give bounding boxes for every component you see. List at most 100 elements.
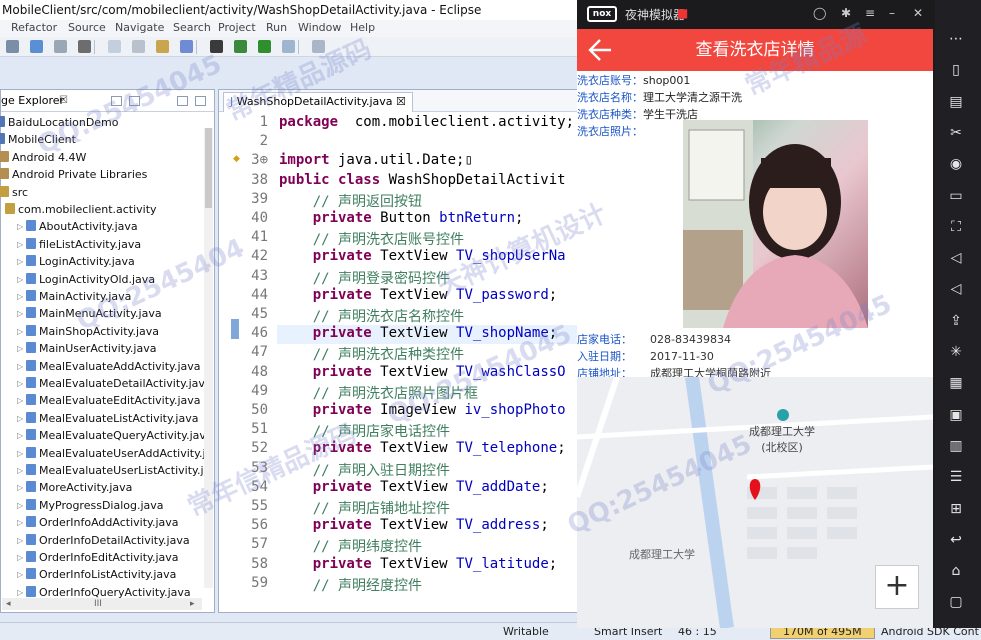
- code-line[interactable]: // 声明洗衣店种类控件: [279, 344, 464, 364]
- menu-icon[interactable]: ≡: [865, 6, 875, 20]
- tree-item[interactable]: ▷ MainMenuActivity.java: [17, 305, 162, 322]
- tree-item[interactable]: ▷ LoginActivity.java: [17, 253, 135, 270]
- toolbar-button-icon[interactable]: [54, 40, 67, 53]
- tree-item[interactable]: src: [0, 184, 28, 201]
- toolbar-button-icon[interactable]: [132, 40, 145, 53]
- minimize-icon[interactable]: –: [889, 6, 895, 20]
- fullscreen-icon[interactable]: ⛶: [945, 218, 967, 236]
- code-line[interactable]: // 声明店家电话控件: [279, 421, 450, 441]
- expand-arrow-icon[interactable]: ▷: [17, 392, 26, 409]
- code-line[interactable]: private TextView TV_password;: [279, 287, 557, 303]
- expand-arrow-icon[interactable]: ▷: [17, 514, 26, 531]
- toolbar-button-icon[interactable]: [108, 40, 121, 53]
- tree-item[interactable]: ▷ fileListActivity.java: [17, 236, 141, 253]
- expand-arrow-icon[interactable]: ▷: [17, 323, 26, 340]
- toolbar-button-icon[interactable]: [30, 40, 43, 53]
- tree-item[interactable]: ▷ MainActivity.java: [17, 288, 131, 305]
- package-explorer-tab[interactable]: ge Explorer ☒: [1, 90, 214, 112]
- scroll-right-icon[interactable]: ▸: [190, 598, 195, 610]
- toolbar-button-icon[interactable]: [282, 40, 295, 53]
- expand-arrow-icon[interactable]: ▷: [17, 375, 26, 392]
- code-line[interactable]: private TextView TV_addDate;: [279, 479, 549, 495]
- tree-item[interactable]: MobileClient: [0, 131, 76, 148]
- code-line[interactable]: private TextView TV_latitude;: [279, 556, 557, 572]
- back-icon[interactable]: ↩: [945, 531, 967, 549]
- tree-item[interactable]: ▷ AboutActivity.java: [17, 218, 138, 235]
- scroll-thumb[interactable]: [205, 128, 212, 208]
- toolbar-button-icon[interactable]: [6, 40, 19, 53]
- code-line[interactable]: private TextView TV_telephone;: [279, 440, 566, 456]
- settings-icon[interactable]: ✱: [841, 6, 851, 20]
- code-line[interactable]: // 声明纬度控件: [279, 536, 422, 556]
- menu-window[interactable]: Window: [298, 21, 341, 34]
- expand-arrow-icon[interactable]: ▷: [17, 410, 26, 427]
- tree-item[interactable]: ▷ MealEvaluateEditActivity.java: [17, 392, 201, 409]
- menu-icon[interactable]: ☰: [945, 468, 967, 486]
- tree-item[interactable]: ▷ MealEvaluateUserAddActivity.j: [17, 445, 206, 462]
- toolbar-button-icon[interactable]: [258, 40, 271, 53]
- install-icon[interactable]: ⇪: [945, 312, 967, 330]
- code-line[interactable]: // 声明洗衣店名称控件: [279, 306, 464, 326]
- expand-arrow-icon[interactable]: ▷: [17, 271, 26, 288]
- expand-arrow-icon[interactable]: ▷: [17, 566, 26, 583]
- expand-arrow-icon[interactable]: ▷: [17, 340, 26, 357]
- multi-window-icon[interactable]: ▥: [945, 437, 967, 455]
- code-line[interactable]: private TextView TV_washClassO: [279, 364, 566, 380]
- tree-item[interactable]: BaiduLocationDemo: [0, 114, 119, 131]
- user-icon[interactable]: ◯: [813, 6, 826, 20]
- alert-icon[interactable]: ■: [677, 6, 688, 20]
- menu-refactor[interactable]: Refactor: [11, 21, 57, 34]
- tree-item[interactable]: ▷ OrderInfoAddActivity.java: [17, 514, 179, 531]
- close-icon[interactable]: ☒: [59, 90, 68, 111]
- menu-navigate[interactable]: Navigate: [115, 21, 164, 34]
- volume-down-icon[interactable]: ◁: [945, 280, 967, 298]
- tree-item[interactable]: ▷ MealEvaluateAddActivity.java: [17, 358, 201, 375]
- tree-item[interactable]: ▷ MainUserActivity.java: [17, 340, 156, 357]
- tree-scrollbar[interactable]: [204, 128, 213, 588]
- toolbar-button-icon[interactable]: [156, 40, 169, 53]
- scissors-icon[interactable]: ✂: [945, 124, 967, 142]
- tree-item[interactable]: Android Private Libraries: [0, 166, 147, 183]
- recent-apps-icon[interactable]: ▢: [945, 593, 967, 611]
- menu-help[interactable]: Help: [350, 21, 375, 34]
- toolbar-button-icon[interactable]: [312, 40, 325, 53]
- location-icon[interactable]: ◉: [945, 155, 967, 173]
- tree-item[interactable]: ▷ MealEvaluateUserListActivity.j: [17, 462, 204, 479]
- link-editor-icon[interactable]: [129, 96, 140, 106]
- expand-arrow-icon[interactable]: ▷: [17, 358, 26, 375]
- tree-item[interactable]: com.mobileclient.activity: [5, 201, 157, 218]
- code-line[interactable]: // 声明经度控件: [279, 575, 422, 595]
- code-line[interactable]: // 声明返回按钮: [279, 191, 422, 211]
- code-line[interactable]: package com.mobileclient.activity;: [279, 114, 574, 130]
- tree-item[interactable]: ▷ OrderInfoEditActivity.java: [17, 549, 179, 566]
- code-line[interactable]: private TextView TV_shopUserNa: [279, 248, 566, 264]
- toolbar-button-icon[interactable]: [234, 40, 247, 53]
- map-view[interactable]: 成都理工大学 (北校区) 成都理工大学 +: [577, 377, 933, 628]
- expand-arrow-icon[interactable]: ▷: [17, 427, 26, 444]
- code-line[interactable]: private TextView TV_address;: [279, 517, 549, 533]
- horizontal-scrollbar[interactable]: ◂ III ▸: [2, 598, 202, 610]
- expand-arrow-icon[interactable]: ▷: [17, 497, 26, 514]
- tree-item[interactable]: ▷ MealEvaluateListActivity.java: [17, 410, 198, 427]
- tree-item[interactable]: ▷ MainShopActivity.java: [17, 323, 159, 340]
- code-line[interactable]: private ImageView iv_shopPhoto: [279, 402, 566, 418]
- scroll-left-icon[interactable]: ◂: [6, 598, 11, 610]
- code-line[interactable]: // 声明登录密码控件: [279, 268, 450, 288]
- menu-search[interactable]: Search: [173, 21, 211, 34]
- collapse-all-icon[interactable]: [111, 96, 122, 106]
- more-icon[interactable]: ⋯: [945, 30, 967, 48]
- expand-arrow-icon[interactable]: ▷: [17, 305, 26, 322]
- code-line[interactable]: import java.util.Date;▯: [279, 152, 473, 168]
- minimize-icon[interactable]: [177, 96, 188, 106]
- screen-icon[interactable]: ▭: [945, 187, 967, 205]
- code-line[interactable]: // 声明店铺地址控件: [279, 498, 450, 518]
- record-icon[interactable]: ▣: [945, 406, 967, 424]
- expand-arrow-icon[interactable]: ▷: [17, 445, 26, 462]
- code-editor[interactable]: J WashShopDetailActivity.java ☒ ◆ 1 packa…: [218, 89, 578, 613]
- back-arrow-icon[interactable]: [587, 37, 613, 63]
- zoom-in-button[interactable]: +: [875, 565, 919, 609]
- tree-item[interactable]: ▷ MealEvaluateDetailActivity.java: [17, 375, 212, 392]
- expand-arrow-icon[interactable]: ▷: [17, 288, 26, 305]
- loading-icon[interactable]: ✳: [945, 343, 967, 361]
- tree-item[interactable]: ▷ MealEvaluateQueryActivity.java: [17, 427, 213, 444]
